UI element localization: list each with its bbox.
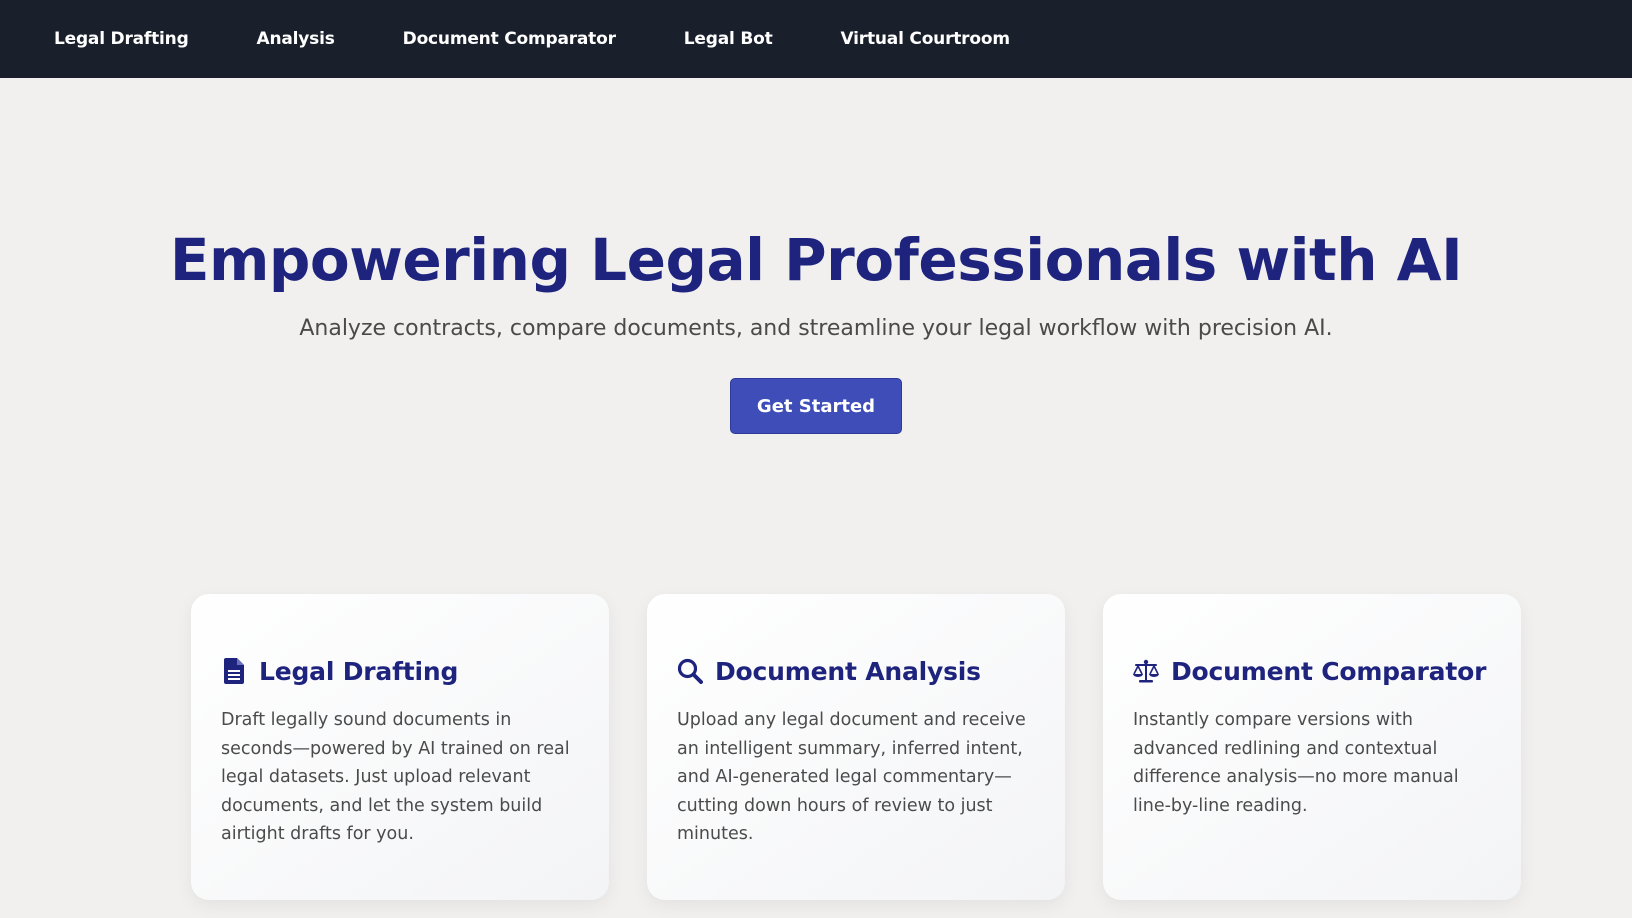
card-title: Document Analysis — [715, 656, 981, 686]
card-header: Legal Drafting — [221, 654, 579, 688]
hero-subtitle: Analyze contracts, compare documents, an… — [299, 316, 1333, 341]
card-description: Draft legally sound documents in seconds… — [221, 710, 570, 844]
top-navbar: Legal Drafting Analysis Document Compara… — [0, 0, 1632, 78]
feature-cards: Legal Drafting Draft legally sound docum… — [191, 594, 1521, 900]
search-icon — [677, 658, 703, 684]
feature-card-document-comparator[interactable]: Document Comparator Instantly compare ve… — [1103, 594, 1521, 900]
document-icon — [221, 658, 247, 684]
card-description: Instantly compare versions with advanced… — [1133, 710, 1459, 816]
feature-card-document-analysis[interactable]: Document Analysis Upload any legal docum… — [647, 594, 1065, 900]
scales-icon — [1133, 658, 1159, 684]
nav-link-legal-drafting[interactable]: Legal Drafting — [54, 29, 189, 49]
hero-section: Empowering Legal Professionals with AI A… — [0, 220, 1632, 434]
nav-link-virtual-courtroom[interactable]: Virtual Courtroom — [841, 29, 1011, 49]
nav-link-analysis[interactable]: Analysis — [257, 29, 335, 49]
card-description: Upload any legal document and receive an… — [677, 710, 1026, 844]
get-started-button[interactable]: Get Started — [730, 378, 902, 434]
feature-card-legal-drafting[interactable]: Legal Drafting Draft legally sound docum… — [191, 594, 609, 900]
hero-title: Empowering Legal Professionals with AI — [169, 226, 1463, 294]
nav-link-legal-bot[interactable]: Legal Bot — [684, 29, 773, 49]
nav-link-document-comparator[interactable]: Document Comparator — [403, 29, 616, 49]
card-title: Document Comparator — [1171, 656, 1487, 686]
card-title: Legal Drafting — [259, 656, 459, 686]
card-header: Document Analysis — [677, 654, 1035, 688]
card-header: Document Comparator — [1133, 654, 1491, 688]
